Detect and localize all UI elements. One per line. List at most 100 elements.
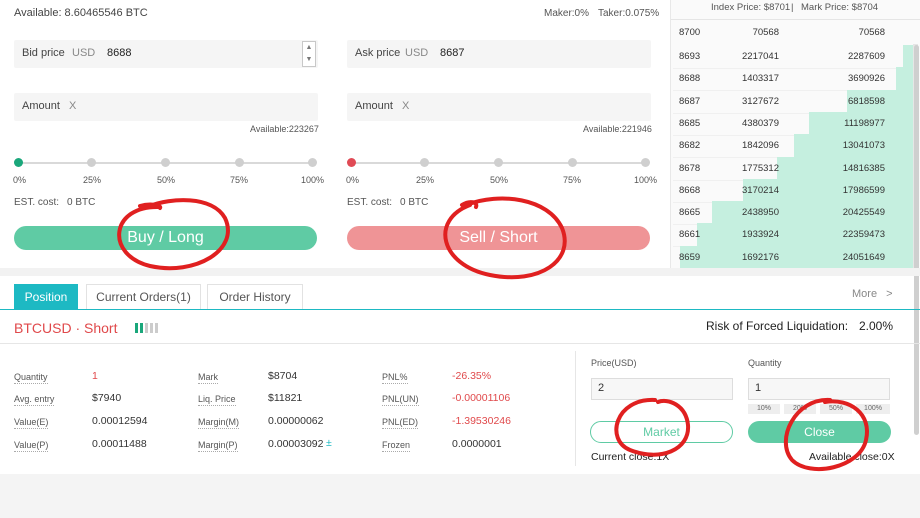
position-symbol[interactable]: BTCUSD · Short	[14, 320, 117, 336]
orderbook-row[interactable]: 8659 1692176 24051649	[673, 245, 915, 270]
row-total: 24051649	[842, 251, 885, 263]
close-price-label: Price(USD)	[591, 358, 637, 368]
value-e-value: 0.00012594	[92, 415, 148, 427]
sell-slider-tick[interactable]	[420, 158, 429, 167]
bid-price-label: Bid price	[22, 47, 65, 59]
mark-value: $8704	[268, 370, 298, 382]
header-price: 8700	[679, 27, 701, 38]
sell-est-label: EST. cost:	[347, 197, 393, 208]
buy-amount-field[interactable]: Amount X	[14, 93, 318, 121]
row-total: 20425549	[842, 207, 885, 219]
orderbook-row[interactable]: 8688 1403317 3690926	[673, 67, 915, 92]
orderbook-row[interactable]: 8687 3127672 6818598	[673, 89, 915, 114]
buy-tick-label: 100%	[301, 175, 325, 185]
liq-price-label: Liq. Price	[198, 394, 236, 406]
bid-price-value[interactable]: 8688	[107, 47, 131, 59]
close-quantity-input[interactable]: 1	[748, 378, 890, 400]
row-size: 1692176	[742, 251, 779, 263]
orderbook-row[interactable]: 8668 3170214 17986599	[673, 178, 915, 203]
sell-amount-unit: X	[402, 100, 410, 112]
tab-current-orders[interactable]: Current Orders(1)	[86, 284, 201, 310]
tab-label: Position	[24, 290, 68, 304]
row-total: 2287609	[848, 51, 885, 62]
buy-tick-label: 50%	[157, 175, 176, 185]
row-size: 2438950	[742, 207, 779, 219]
ask-price-field[interactable]: Ask price USD 8687	[347, 40, 651, 68]
buy-slider-tick[interactable]	[235, 158, 244, 167]
ask-price-unit: USD	[405, 47, 429, 59]
qty-pct-button[interactable]: 50%	[820, 404, 852, 414]
divider	[0, 343, 920, 344]
ask-price-label: Ask price	[355, 47, 401, 59]
page-scrollbar[interactable]	[914, 45, 919, 435]
row-size: 1933924	[742, 229, 779, 241]
more-link[interactable]: More >	[852, 288, 893, 300]
row-total: 14816385	[842, 162, 885, 174]
buy-slider-tick[interactable]	[308, 158, 317, 167]
tab-order-history[interactable]: Order History	[207, 284, 303, 310]
trade-panel: Available: 8.60465546 BTC Maker:0% Taker…	[0, 0, 666, 268]
buy-tick-label: 0%	[13, 175, 27, 185]
orderbook-row[interactable]: 8661 1933924 22359473	[673, 223, 915, 248]
available-close-text: Available close:0X	[809, 451, 895, 463]
avg-entry-value: $7940	[92, 392, 122, 404]
buy-amount-label: Amount	[22, 100, 60, 112]
row-price: 8665	[679, 207, 701, 219]
tab-position[interactable]: Position	[14, 284, 78, 310]
sell-short-button[interactable]: Sell / Short	[347, 226, 650, 250]
sell-amount-field[interactable]: Amount X	[347, 93, 651, 121]
risk-value: 2.00%	[859, 319, 894, 333]
liq-price-value: $11821	[268, 392, 303, 404]
sell-slider-handle[interactable]	[347, 158, 356, 167]
bid-price-field[interactable]: Bid price USD 8688 ▲ ▼	[14, 40, 318, 68]
value-e-label: Value(E)	[14, 417, 49, 429]
tab-underline	[0, 309, 920, 310]
sell-tick-label: 75%	[563, 175, 582, 185]
close-price-input[interactable]: 2	[591, 378, 733, 400]
orderbook-row[interactable]: 8665 2438950 20425549	[673, 201, 915, 226]
row-price: 8659	[679, 251, 701, 263]
sell-amount-label: Amount	[355, 100, 393, 112]
row-size: 2217041	[742, 51, 779, 62]
row-price: 8661	[679, 229, 701, 241]
orderbook-header-row: 8700 70568 70568	[673, 21, 915, 45]
buy-long-button[interactable]: Buy / Long	[14, 226, 317, 250]
row-total: 22359473	[842, 229, 885, 241]
bid-price-stepper[interactable]: ▲ ▼	[302, 41, 316, 67]
limit-close-button[interactable]: Close	[748, 421, 891, 443]
buy-slider-tick[interactable]	[87, 158, 96, 167]
sell-slider-tick[interactable]	[568, 158, 577, 167]
orderbook-row[interactable]: 8678 1775312 14816385	[673, 156, 915, 181]
buy-slider-tick[interactable]	[161, 158, 170, 167]
qty-pct-button[interactable]: 100%	[856, 404, 890, 414]
orderbook-row[interactable]: 8682 1842096 13041073	[673, 134, 915, 159]
row-price: 8688	[679, 73, 701, 85]
sell-slider-tick[interactable]	[641, 158, 650, 167]
adjust-margin-icon[interactable]: ±	[326, 437, 332, 449]
pnl-pct-value: -26.35%	[452, 370, 492, 382]
sell-available: Available:221946	[583, 124, 652, 134]
orderbook-row[interactable]: 8693 2217041 2287609	[673, 45, 915, 69]
buy-tick-label: 25%	[83, 175, 102, 185]
orderbook-row[interactable]: 8685 4380379 11198977	[673, 111, 915, 136]
buy-amount-unit: X	[69, 100, 77, 112]
ask-price-value[interactable]: 8687	[440, 47, 464, 59]
pnl-pct-label: PNL%	[382, 372, 408, 384]
order-book: Index Price: $8701 | Mark Price: $8704 8…	[670, 0, 920, 270]
market-close-button[interactable]: Market	[590, 421, 733, 443]
sell-slider-tick[interactable]	[494, 158, 503, 167]
chevron-down-icon[interactable]: ▼	[303, 54, 315, 66]
qty-pct-button[interactable]: 10%	[748, 404, 780, 414]
quantity-value: 1	[92, 370, 98, 382]
row-total: 3690926	[848, 73, 885, 85]
row-size: 4380379	[742, 117, 779, 129]
divider	[0, 268, 920, 276]
index-price: Index Price: $8701	[711, 2, 791, 13]
mark-price: Mark Price: $8704	[801, 2, 879, 13]
row-total: 17986599	[842, 184, 885, 196]
row-total: 11198977	[844, 117, 885, 129]
chevron-up-icon[interactable]: ▲	[303, 42, 315, 54]
value-p-value: 0.00011488	[92, 438, 147, 450]
buy-slider-handle[interactable]	[14, 158, 23, 167]
qty-pct-button[interactable]: 20%	[784, 404, 816, 414]
